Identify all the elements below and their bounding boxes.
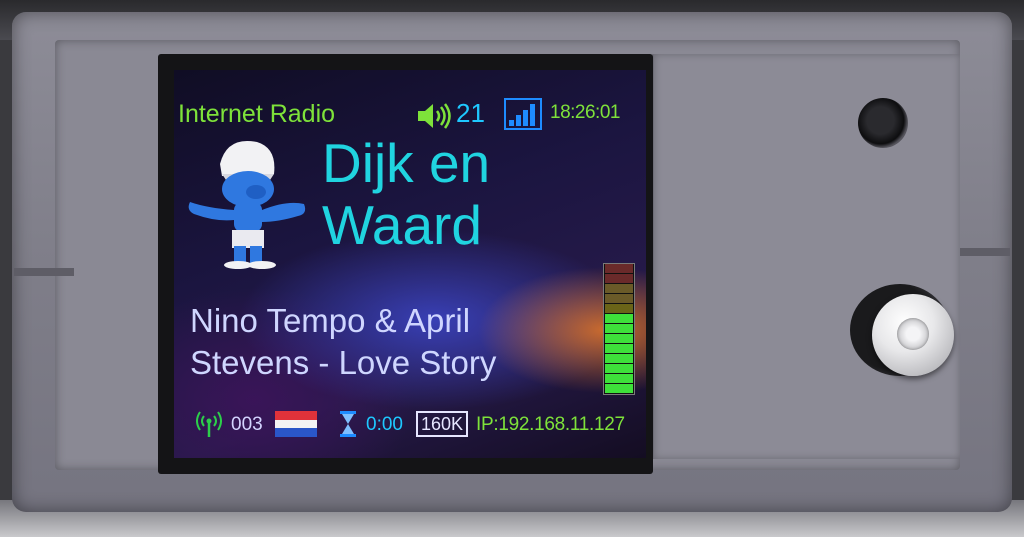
vu-meter-segment (605, 344, 633, 353)
station-name: Dijk en Waard (322, 132, 490, 256)
vu-meter-segment (605, 354, 633, 363)
status-bar: 003 0:00 160K IP:192.168.11.127 (174, 402, 646, 442)
hourglass-icon (340, 411, 356, 437)
station-name-line-1: Dijk en (322, 132, 491, 194)
ir-receiver (858, 98, 908, 148)
station-name-line-2: Waard (322, 194, 482, 256)
netherlands-flag-icon (275, 411, 317, 437)
speaker-icon (418, 103, 451, 129)
antenna-icon (196, 411, 222, 437)
vu-meter-segment (605, 384, 633, 393)
case-seam-left (14, 268, 74, 276)
vu-meter (603, 263, 635, 395)
clock: 18:26:01 (550, 102, 620, 123)
tft-screen: Internet Radio 21 18:26:01 Dijk en Waard… (174, 70, 646, 458)
track-info: Nino Tempo & April Stevens - Love Story (190, 300, 496, 384)
signal-strength-icon (504, 98, 542, 130)
vu-meter-segment (605, 364, 633, 373)
vu-meter-segment (605, 374, 633, 383)
bitrate-badge: 160K (416, 411, 469, 437)
ip-address: IP:192.168.11.127 (476, 414, 625, 435)
track-info-line-2: Stevens - Love Story (190, 344, 497, 381)
track-info-line-1: Nino Tempo & April (190, 302, 471, 339)
knob-cap[interactable] (897, 318, 929, 350)
vu-meter-segment (605, 304, 633, 313)
vu-meter-segment (605, 274, 633, 283)
station-logo (188, 140, 306, 269)
app-title: Internet Radio (178, 100, 336, 128)
preset-number: 003 (231, 414, 263, 435)
vu-meter-segment (605, 264, 633, 273)
elapsed-time: 0:00 (366, 414, 403, 435)
vu-meter-segment (605, 314, 633, 323)
control-panel (652, 54, 960, 459)
volume-level: 21 (456, 98, 485, 128)
vu-meter-segment (605, 324, 633, 333)
vu-meter-segment (605, 334, 633, 343)
vu-meter-segment (605, 294, 633, 303)
vu-meter-segment (605, 284, 633, 293)
